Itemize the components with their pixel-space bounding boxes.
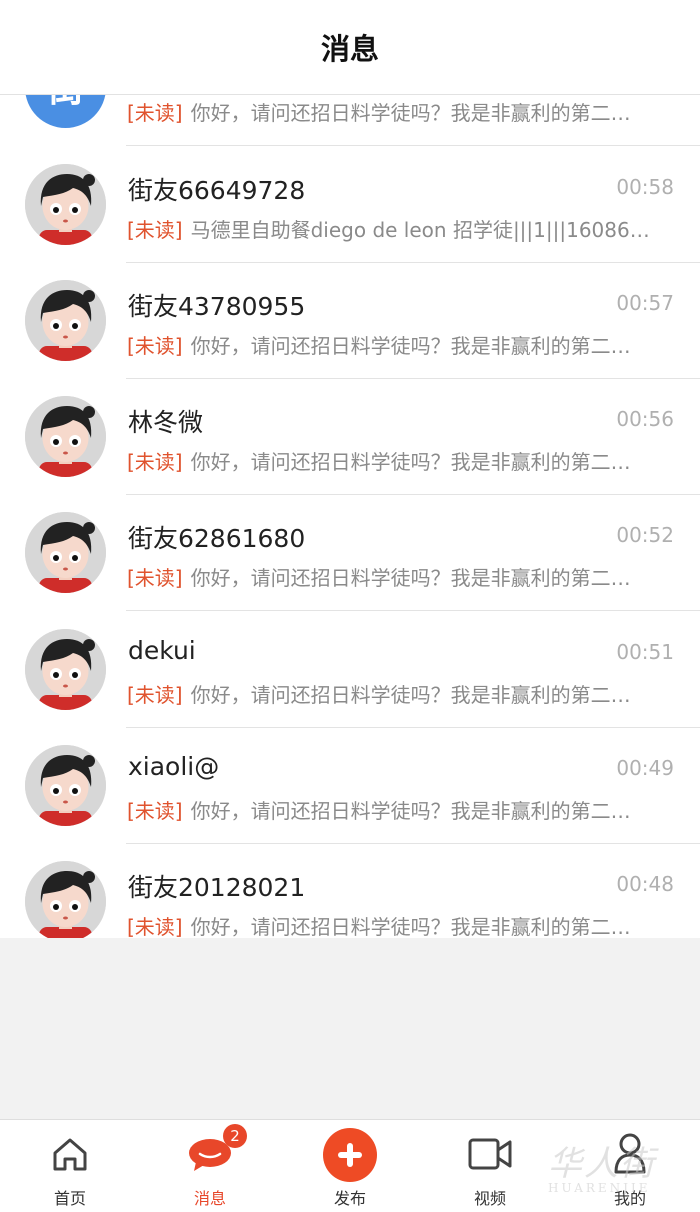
tab-messages[interactable]: 2 消息 <box>140 1120 280 1212</box>
avatar <box>25 745 106 826</box>
message-time: 00:58 <box>616 175 674 199</box>
tab-me[interactable]: 我的 <box>560 1120 700 1212</box>
message-time: 00:52 <box>616 523 674 547</box>
message-preview: [未读] 你好，请问还招日料学徒吗？我是非赢利的第二… <box>127 330 674 359</box>
message-preview: [未读] 你好，请问还招日料学徒吗？我是非赢利的第二… <box>127 911 674 938</box>
unread-tag: [未读] <box>127 218 183 242</box>
top-nav-bar: 消息 <box>0 0 700 95</box>
home-icon <box>50 1134 90 1178</box>
divider <box>126 610 700 611</box>
avatar-initial: 街 <box>46 95 84 112</box>
tab-home-label: 首页 <box>53 1189 86 1208</box>
contact-name: 街友66649728 <box>128 176 306 205</box>
message-preview-text: 你好，请问还招日料学徒吗？我是非赢利的第二… <box>190 683 631 707</box>
message-item[interactable]: 街友66649728 00:58 [未读] 马德里自助餐diego de leon… <box>0 147 700 263</box>
page-title: 消息 <box>320 32 379 66</box>
contact-name: 街友62861680 <box>128 524 306 553</box>
contact-name: 街友20128021 <box>128 873 306 902</box>
unread-tag: [未读] <box>127 334 183 358</box>
message-preview-text: 你好，请问还招日料学徒吗？我是非赢利的第二… <box>190 450 631 474</box>
contact-name: dekui <box>128 636 196 665</box>
message-preview: [未读] 马德里自助餐diego de leon 招学徒|||1|||16086… <box>127 214 674 243</box>
unread-tag: [未读] <box>127 101 183 125</box>
contact-name: 街友43780955 <box>128 292 306 321</box>
message-time: 00:56 <box>616 407 674 431</box>
tab-home[interactable]: 首页 <box>0 1120 140 1212</box>
message-list[interactable]: 街 [未读] 你好，请问还招日料学徒吗？我是非赢利的第二… 街友66649728 … <box>0 95 700 938</box>
message-preview-text: 你好，请问还招日料学徒吗？我是非赢利的第二… <box>190 915 631 938</box>
message-time: 00:48 <box>616 872 674 896</box>
avatar: 街 <box>25 95 106 128</box>
tab-publish-label: 发布 <box>333 1189 366 1208</box>
message-item[interactable]: 街 [未读] 你好，请问还招日料学徒吗？我是非赢利的第二… <box>0 95 700 146</box>
tab-messages-label: 消息 <box>193 1189 226 1208</box>
unread-tag: [未读] <box>127 799 183 823</box>
message-item[interactable]: 街友20128021 00:48 [未读] 你好，请问还招日料学徒吗？我是非赢利的… <box>0 844 700 938</box>
contact-name: 林冬微 <box>128 408 204 437</box>
divider <box>126 145 700 146</box>
message-item[interactable]: 林冬微 00:56 [未读] 你好，请问还招日料学徒吗？我是非赢利的第二… <box>0 379 700 495</box>
message-preview: [未读] 你好，请问还招日料学徒吗？我是非赢利的第二… <box>127 679 674 708</box>
message-preview-text: 你好，请问还招日料学徒吗？我是非赢利的第二… <box>190 799 631 823</box>
avatar <box>25 164 106 245</box>
message-item[interactable]: dekui 00:51 [未读] 你好，请问还招日料学徒吗？我是非赢利的第二… <box>0 612 700 728</box>
message-item[interactable]: 街友43780955 00:57 [未读] 你好，请问还招日料学徒吗？我是非赢利的… <box>0 263 700 379</box>
message-preview-text: 马德里自助餐diego de leon 招学徒|||1|||16086… <box>190 218 650 242</box>
tab-publish[interactable]: 发布 <box>280 1120 420 1212</box>
message-preview: [未读] 你好，请问还招日料学徒吗？我是非赢利的第二… <box>127 562 674 591</box>
message-preview-text: 你好，请问还招日料学徒吗？我是非赢利的第二… <box>190 566 631 590</box>
message-preview: [未读] 你好，请问还招日料学徒吗？我是非赢利的第二… <box>127 97 674 126</box>
tab-video[interactable]: 视频 <box>420 1120 560 1212</box>
unread-tag: [未读] <box>127 566 183 590</box>
avatar <box>25 512 106 593</box>
avatar <box>25 861 106 938</box>
message-preview-text: 你好，请问还招日料学徒吗？我是非赢利的第二… <box>190 334 631 358</box>
message-preview: [未读] 你好，请问还招日料学徒吗？我是非赢利的第二… <box>127 446 674 475</box>
avatar <box>25 396 106 477</box>
unread-tag: [未读] <box>127 915 183 938</box>
message-time: 00:49 <box>616 756 674 780</box>
avatar <box>25 629 106 710</box>
unread-tag: [未读] <box>127 683 183 707</box>
message-time: 00:51 <box>616 640 674 664</box>
unread-count-badge: 2 <box>223 1124 247 1148</box>
tab-me-label: 我的 <box>613 1189 646 1208</box>
user-icon <box>612 1132 648 1178</box>
avatar <box>25 280 106 361</box>
message-preview: [未读] 你好，请问还招日料学徒吗？我是非赢利的第二… <box>127 795 674 824</box>
tab-video-label: 视频 <box>473 1189 506 1208</box>
message-item[interactable]: xiaoli@ 00:49 [未读] 你好，请问还招日料学徒吗？我是非赢利的第二… <box>0 728 700 844</box>
message-item[interactable]: 街友62861680 00:52 [未读] 你好，请问还招日料学徒吗？我是非赢利的… <box>0 495 700 611</box>
message-time: 00:57 <box>616 291 674 315</box>
plus-icon <box>323 1128 377 1182</box>
unread-tag: [未读] <box>127 450 183 474</box>
message-preview-text: 你好，请问还招日料学徒吗？我是非赢利的第二… <box>190 101 631 125</box>
contact-name: xiaoli@ <box>128 752 220 781</box>
bottom-tab-bar: 首页 2 消息 发布 视频 我的 <box>0 1119 700 1212</box>
video-camera-icon <box>467 1136 513 1176</box>
